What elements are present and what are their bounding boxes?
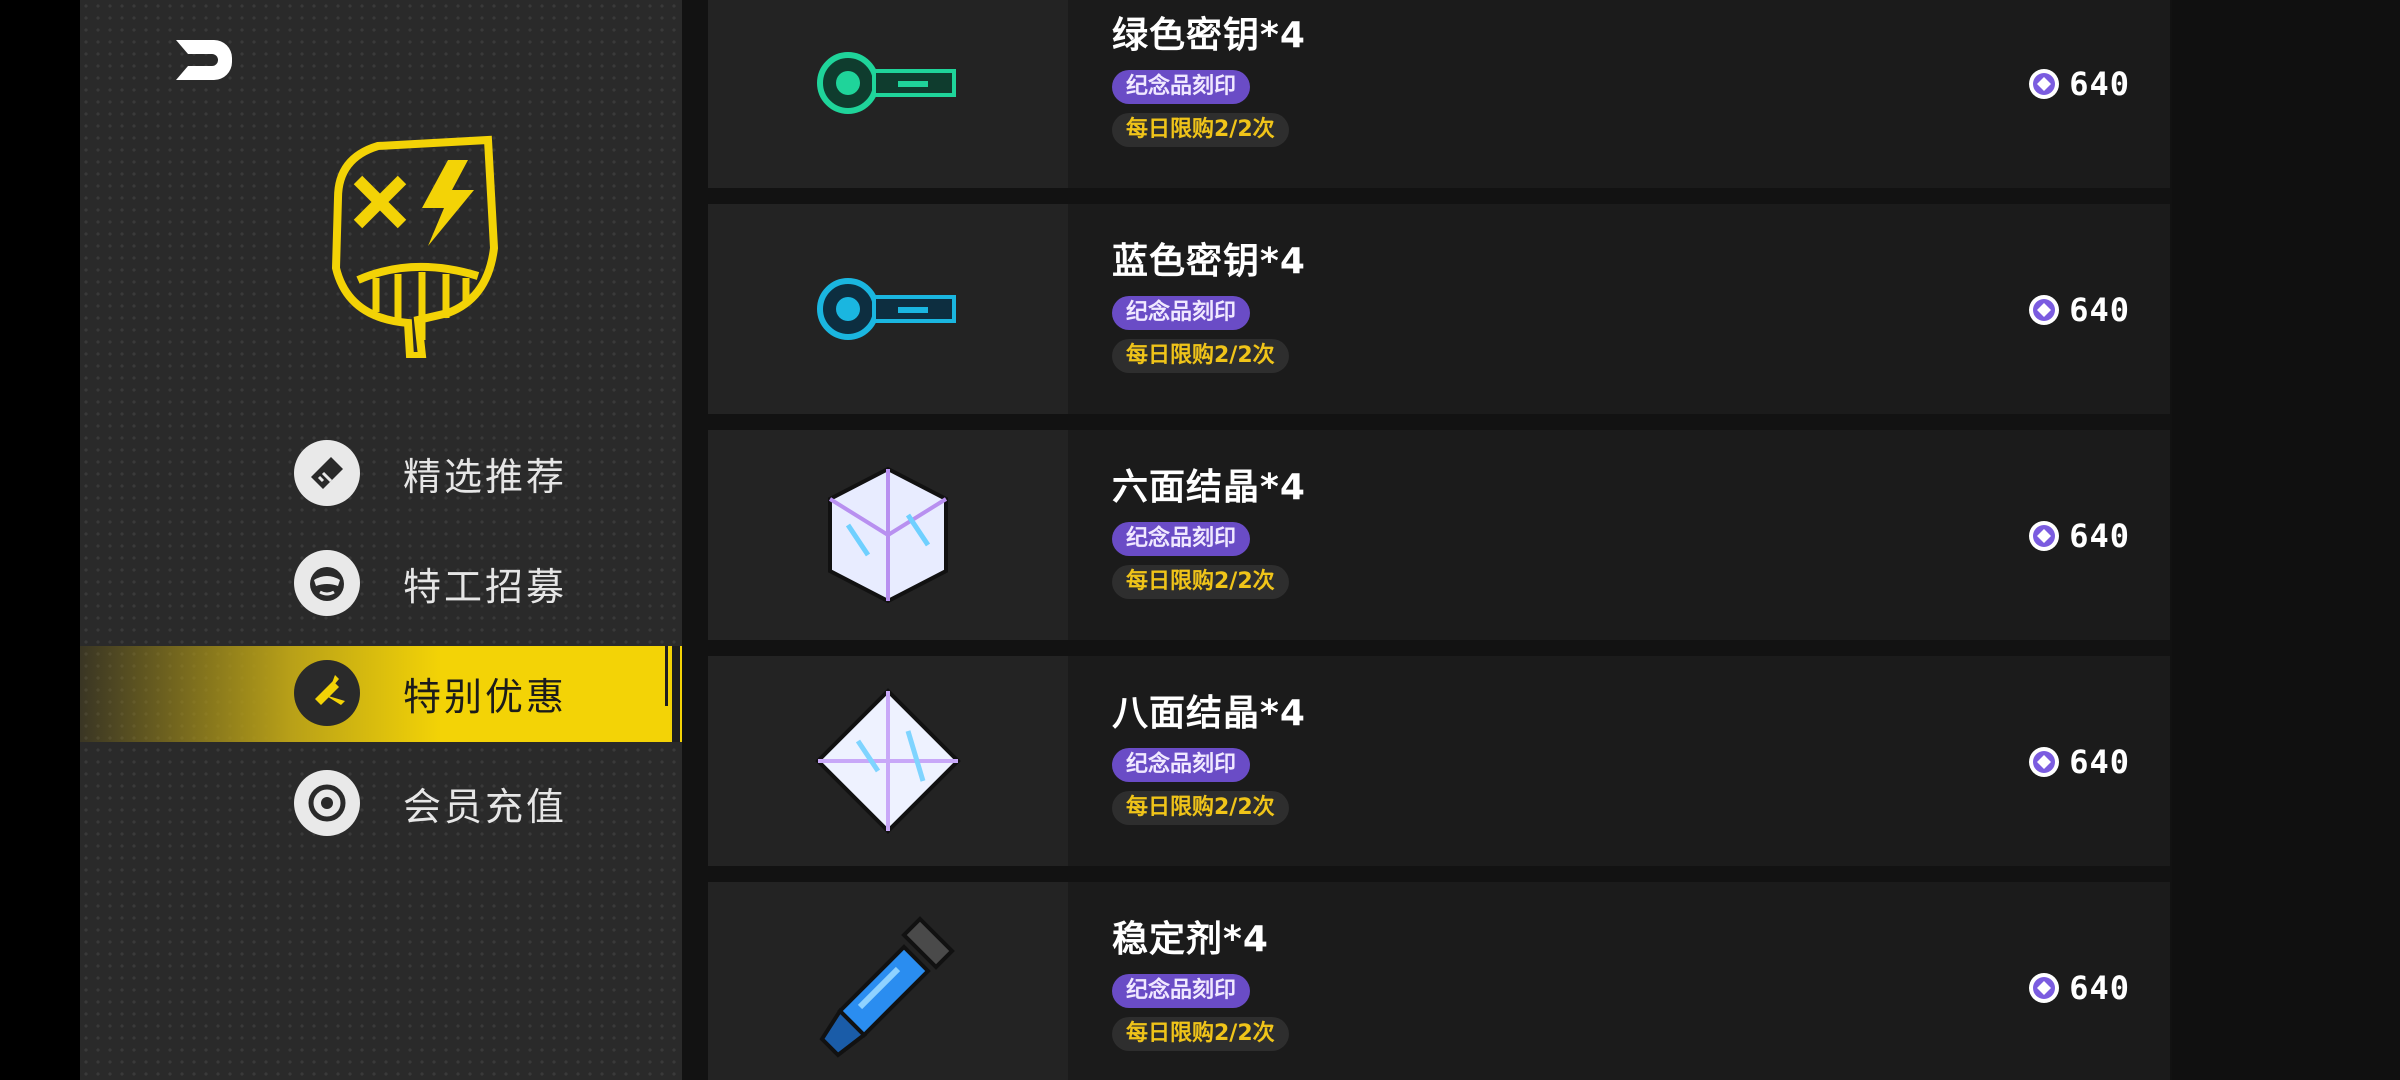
- price-amount: 640: [2069, 743, 2130, 781]
- souvenir-badge: 纪念品刻印: [1112, 522, 1251, 556]
- product-list[interactable]: 绿色密钥*4 纪念品刻印 每日限购2/2次 640 蓝色密钥*4 纪念品刻印 每…: [682, 0, 2172, 1080]
- currency-icon: [2029, 69, 2060, 99]
- souvenir-badge: 纪念品刻印: [1112, 974, 1251, 1008]
- purchase-limit-badge: 每日限购2/2次: [1112, 339, 1289, 373]
- product-card[interactable]: 八面结晶*4 纪念品刻印 每日限购2/2次 640: [708, 656, 2170, 866]
- shop-logo-icon: [331, 135, 499, 358]
- purchase-limit-badge: 每日限购2/2次: [1112, 565, 1289, 599]
- product-card[interactable]: 稳定剂*4 纪念品刻印 每日限购2/2次 640: [708, 882, 2170, 1080]
- sidebar-item-label: 特工招募: [403, 565, 568, 609]
- sidebar-item-special-offers[interactable]: 特别优惠: [80, 646, 682, 742]
- product-title: 六面结晶*4: [1112, 467, 1306, 508]
- price-amount: 640: [2069, 65, 2130, 103]
- blue-key-icon: [817, 278, 956, 340]
- product-thumbnail: [708, 204, 1068, 414]
- price-amount: 640: [2069, 969, 2130, 1007]
- currency-icon: [2029, 973, 2060, 1003]
- active-indicator: [672, 646, 680, 742]
- purchase-limit-badge: 每日限购2/2次: [1112, 1017, 1289, 1051]
- product-thumbnail: [708, 430, 1068, 640]
- active-indicator-line: [665, 646, 668, 706]
- product-card[interactable]: 蓝色密钥*4 纪念品刻印 每日限购2/2次 640: [708, 204, 2170, 414]
- sidebar-item-label: 会员充值: [403, 785, 568, 829]
- sidebar-item-agent-recruit[interactable]: 特工招募: [80, 536, 682, 632]
- product-card[interactable]: 六面结晶*4 纪念品刻印 每日限购2/2次 640: [708, 430, 2170, 640]
- price-amount: 640: [2069, 291, 2130, 329]
- ticket-icon: [294, 440, 360, 506]
- sidebar: 精选推荐 特工招募 特别优惠 会员充值: [80, 0, 682, 1080]
- product-title: 八面结晶*4: [1112, 693, 1306, 734]
- price[interactable]: 640: [2027, 64, 2130, 104]
- sidebar-item-membership[interactable]: 会员充值: [80, 756, 682, 852]
- right-letterbox: [2172, 0, 2400, 1080]
- product-title: 稳定剂*4: [1112, 919, 1269, 960]
- price[interactable]: 640: [2027, 742, 2130, 782]
- product-title: 绿色密钥*4: [1112, 15, 1306, 56]
- souvenir-badge: 纪念品刻印: [1112, 70, 1251, 104]
- currency-icon: [2029, 521, 2060, 551]
- price[interactable]: 640: [2027, 516, 2130, 556]
- price[interactable]: 640: [2027, 290, 2130, 330]
- octahedron-crystal-icon: [815, 688, 961, 834]
- currency-icon: [2029, 747, 2060, 777]
- stabilizer-icon: [819, 916, 955, 1058]
- green-key-icon: [817, 52, 956, 114]
- product-thumbnail: [708, 0, 1068, 188]
- souvenir-badge: 纪念品刻印: [1112, 296, 1251, 330]
- purchase-limit-badge: 每日限购2/2次: [1112, 113, 1289, 147]
- bolt-icon: [294, 660, 360, 726]
- price[interactable]: 640: [2027, 968, 2130, 1008]
- membership-icon: [294, 770, 360, 836]
- left-letterbox: [0, 0, 80, 1080]
- product-thumbnail: [708, 882, 1068, 1080]
- currency-icon: [2029, 295, 2060, 325]
- sidebar-item-label: 精选推荐: [403, 455, 568, 499]
- product-title: 蓝色密钥*4: [1112, 241, 1306, 282]
- hexahedron-crystal-icon: [828, 466, 948, 604]
- back-icon[interactable]: [166, 36, 238, 84]
- product-card[interactable]: 绿色密钥*4 纪念品刻印 每日限购2/2次 640: [708, 0, 2170, 188]
- sidebar-item-featured[interactable]: 精选推荐: [80, 426, 682, 522]
- souvenir-badge: 纪念品刻印: [1112, 748, 1251, 782]
- product-thumbnail: [708, 656, 1068, 866]
- agent-mask-icon: [294, 550, 360, 616]
- price-amount: 640: [2069, 517, 2130, 555]
- sidebar-item-label: 特别优惠: [403, 675, 568, 719]
- purchase-limit-badge: 每日限购2/2次: [1112, 791, 1289, 825]
